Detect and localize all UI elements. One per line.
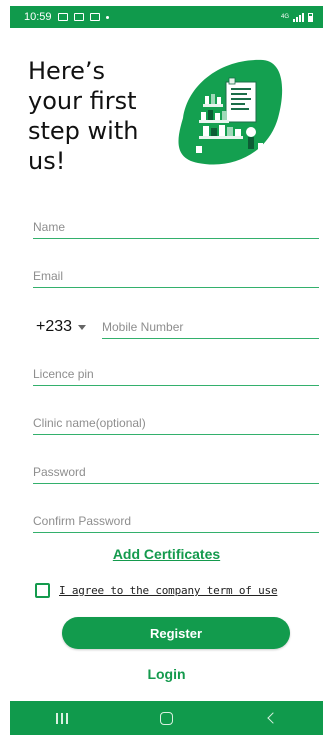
terms-label[interactable]: I agree to the company term of use [59, 584, 278, 597]
clinic-name-field[interactable] [33, 413, 319, 435]
email-field[interactable] [33, 266, 319, 288]
screen-frame-left [0, 0, 10, 735]
network-label: 4G [280, 14, 289, 20]
confirm-password-field[interactable] [33, 511, 319, 533]
email-input[interactable] [33, 266, 319, 286]
country-code-value: +233 [36, 318, 73, 335]
licence-pin-field[interactable] [33, 364, 319, 386]
back-button[interactable] [251, 701, 291, 735]
licence-pin-input[interactable] [33, 364, 319, 384]
password-input[interactable] [33, 462, 319, 482]
recents-icon [56, 712, 69, 724]
status-left: 10:59 [24, 11, 109, 23]
clinic-name-input[interactable] [33, 413, 319, 433]
screen-frame-right [323, 0, 333, 735]
terms-agreement: I agree to the company term of use [35, 583, 278, 598]
mobile-field[interactable] [102, 317, 319, 339]
page-title: Here’s your first step with us! [28, 57, 139, 175]
country-code-selector[interactable]: +233 [36, 318, 87, 336]
password-field[interactable] [33, 462, 319, 484]
status-time: 10:59 [24, 11, 52, 23]
confirm-password-input[interactable] [33, 511, 319, 531]
navigation-bar [10, 701, 323, 735]
mobile-input[interactable] [102, 317, 319, 337]
gallery-icon [57, 13, 68, 21]
signal-icon [293, 12, 304, 22]
home-icon [159, 711, 173, 725]
dot-icon [105, 15, 109, 19]
back-icon [267, 712, 279, 724]
clinic-illustration [178, 59, 283, 165]
phone-row: +233 [33, 315, 319, 341]
name-field[interactable] [33, 217, 319, 239]
terms-checkbox[interactable] [35, 583, 50, 598]
status-bar: 10:59 4G [10, 6, 323, 28]
mail-icon [73, 13, 84, 21]
login-link[interactable]: Login [0, 666, 333, 682]
name-input[interactable] [33, 217, 319, 237]
recents-button[interactable] [42, 701, 82, 735]
battery-icon [308, 12, 313, 22]
register-button[interactable]: Register [62, 617, 290, 649]
notification-icon [89, 13, 100, 21]
status-right: 4G [280, 12, 313, 22]
home-button[interactable] [146, 701, 186, 735]
add-certificates-link[interactable]: Add Certificates [0, 546, 333, 562]
chevron-down-icon [78, 324, 87, 330]
